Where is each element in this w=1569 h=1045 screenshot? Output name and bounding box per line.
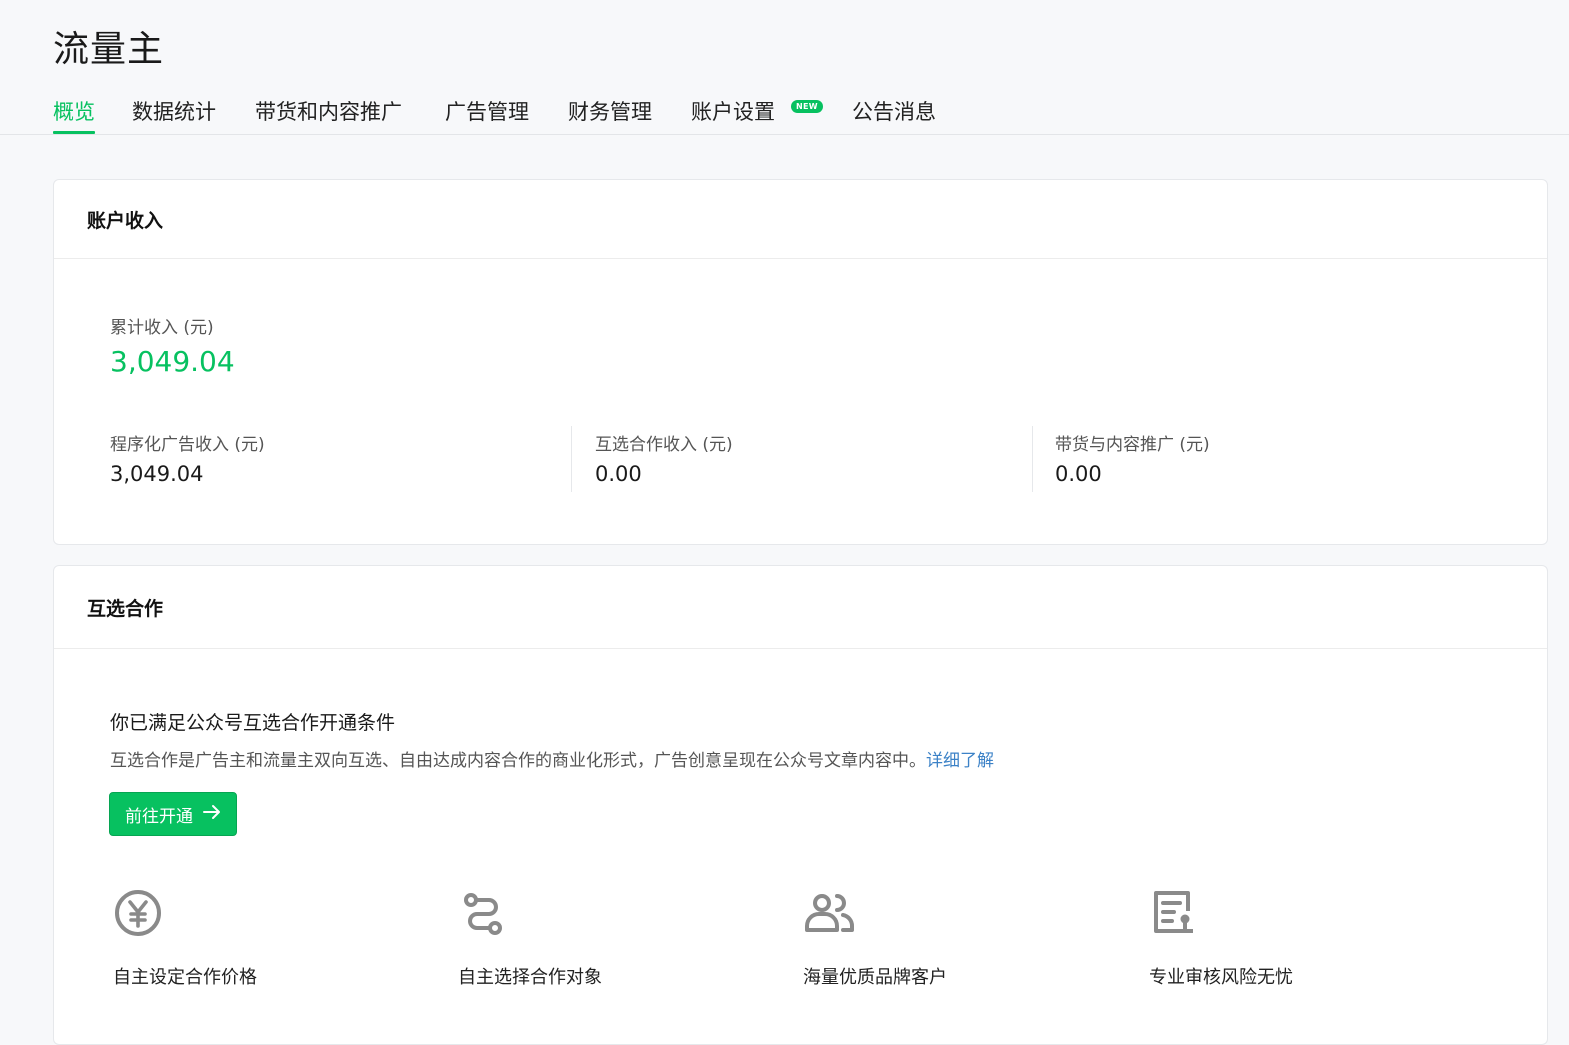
- feature-label: 专业审核风险无忧: [1149, 967, 1293, 988]
- tab-label: 概览: [53, 100, 95, 124]
- main-tabs: 概览 数据统计 带货和内容推广 广告管理 财务管理 账户设置 NEW 公告消息: [0, 96, 1569, 135]
- tab-label: 带货和内容推广: [255, 100, 402, 124]
- tab-ad-management[interactable]: 广告管理: [445, 96, 529, 133]
- card-title: 账户收入: [54, 180, 1547, 259]
- users-icon: [802, 887, 858, 943]
- learn-more-link[interactable]: 详细了解: [926, 751, 994, 771]
- goods-promotion-income-value: 0.00: [1055, 462, 1102, 486]
- tab-label: 广告管理: [445, 100, 529, 124]
- button-label: 前往开通: [125, 806, 193, 827]
- goods-promotion-income-label: 带货与内容推广 (元): [1055, 435, 1210, 455]
- total-income-value: 3,049.04: [110, 345, 235, 378]
- tab-account-settings[interactable]: 账户设置 NEW: [691, 96, 823, 133]
- yuan-coin-icon: [112, 887, 168, 943]
- tab-overview[interactable]: 概览: [53, 96, 95, 134]
- tab-label: 数据统计: [132, 100, 216, 124]
- mutual-selection-card: 互选合作 你已满足公众号互选合作开通条件 互选合作是广告主和流量主双向互选、自由…: [53, 565, 1548, 1045]
- page-title: 流量主: [53, 29, 165, 70]
- programmatic-ad-income-label: 程序化广告收入 (元): [110, 435, 265, 455]
- feature-label: 自主选择合作对象: [458, 967, 602, 988]
- cooperation-description: 互选合作是广告主和流量主双向互选、自由达成内容合作的商业化形式，广告创意呈现在公…: [110, 746, 994, 771]
- divider: [1032, 426, 1033, 492]
- tab-finance-management[interactable]: 财务管理: [568, 96, 652, 133]
- tab-label: 财务管理: [568, 100, 652, 124]
- document-review-icon: [1148, 887, 1204, 943]
- tab-goods-content-promotion[interactable]: 带货和内容推广: [255, 96, 402, 133]
- total-income-label: 累计收入 (元): [110, 318, 214, 338]
- mutual-selection-income-label: 互选合作收入 (元): [595, 435, 733, 455]
- card-title: 互选合作: [54, 566, 1547, 649]
- feature-label: 海量优质品牌客户: [803, 967, 947, 988]
- account-income-card: 账户收入 累计收入 (元) 3,049.04 程序化广告收入 (元) 3,049…: [53, 179, 1548, 545]
- tab-announcements[interactable]: 公告消息: [852, 96, 936, 133]
- description-text: 互选合作是广告主和流量主双向互选、自由达成内容合作的商业化形式，广告创意呈现在公…: [110, 751, 926, 771]
- new-badge: NEW: [791, 100, 823, 113]
- programmatic-ad-income-value: 3,049.04: [110, 462, 204, 486]
- tab-label: 账户设置: [691, 100, 775, 124]
- tab-label: 公告消息: [852, 100, 936, 124]
- feature-label: 自主设定合作价格: [113, 967, 257, 988]
- eligibility-headline: 你已满足公众号互选合作开通条件: [110, 712, 396, 734]
- route-icon: [457, 887, 513, 943]
- mutual-selection-income-value: 0.00: [595, 462, 642, 486]
- tab-data-statistics[interactable]: 数据统计: [132, 96, 216, 133]
- arrow-right-icon: [203, 804, 221, 825]
- go-activate-button[interactable]: 前往开通: [109, 792, 237, 836]
- divider: [571, 426, 572, 492]
